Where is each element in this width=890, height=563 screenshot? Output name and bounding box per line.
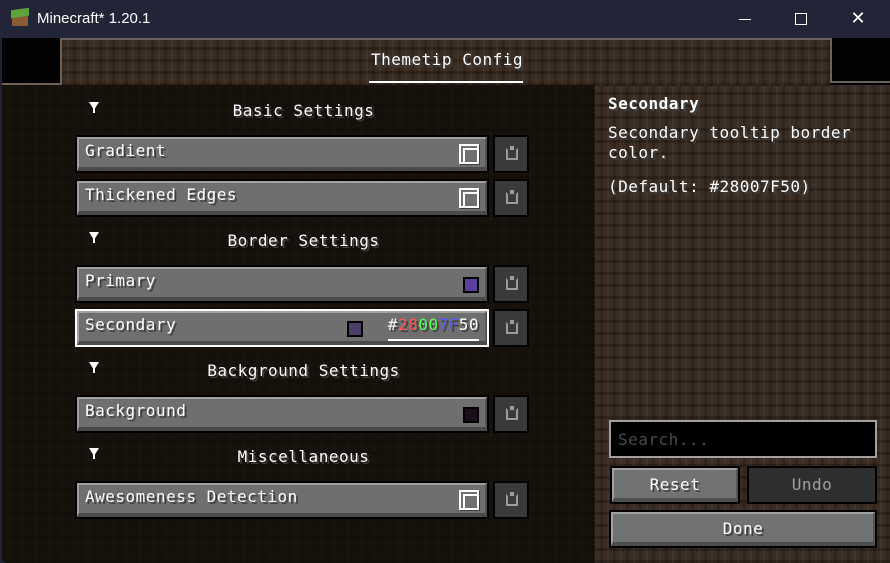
- done-button-label: Done: [722, 519, 764, 538]
- hex-alpha: 50: [458, 315, 479, 334]
- reset-background-button[interactable]: [493, 395, 529, 433]
- reset-button-label: Reset: [649, 475, 701, 494]
- grass-block-icon: [11, 7, 29, 27]
- close-icon: ✕: [850, 8, 866, 29]
- minimize-icon: [739, 18, 751, 20]
- reset-primary-button[interactable]: [493, 265, 529, 303]
- category-label: Basic Settings: [232, 101, 375, 120]
- entry-gradient[interactable]: Gradient: [75, 135, 489, 173]
- reset-icon: [506, 190, 518, 204]
- entry-awesomeness-detection[interactable]: Awesomeness Detection: [75, 481, 489, 519]
- entry-label: Background: [85, 401, 187, 420]
- window-title: Minecraft* 1.20.1: [37, 10, 151, 27]
- reset-icon: [506, 276, 518, 290]
- awesomeness-detection-checkbox[interactable]: [459, 490, 479, 510]
- category-miscellaneous: Miscellaneous: [2, 447, 595, 469]
- game-viewport: Themetip Config Basic Settings Gradient …: [2, 38, 890, 563]
- entry-label: Gradient: [85, 141, 167, 160]
- reset-button[interactable]: Reset: [610, 466, 740, 504]
- entry-primary[interactable]: Primary: [75, 265, 489, 303]
- background-color-swatch: [463, 407, 479, 423]
- category-background-settings: Background Settings: [2, 361, 595, 383]
- category-label: Miscellaneous: [237, 447, 370, 466]
- close-button[interactable]: ✕: [835, 0, 881, 38]
- window-titlebar: Minecraft* 1.20.1 ✕: [0, 0, 890, 38]
- primary-color-swatch: [463, 277, 479, 293]
- header-corner-left: [2, 38, 62, 85]
- hex-prefix: #: [387, 315, 398, 334]
- header-corner-right: [830, 38, 890, 83]
- hex-red: 28: [397, 315, 419, 334]
- gradient-checkbox[interactable]: [459, 144, 479, 164]
- thickened-edges-checkbox[interactable]: [459, 188, 479, 208]
- secondary-color-swatch: [347, 321, 363, 337]
- maximize-icon: [795, 13, 807, 25]
- hex-green: 00: [418, 315, 439, 334]
- screen-title-tab[interactable]: Themetip Config: [368, 50, 526, 69]
- reset-awesomeness-detection-button[interactable]: [493, 481, 529, 519]
- maximize-button[interactable]: [778, 0, 824, 38]
- search-input[interactable]: [609, 420, 877, 458]
- secondary-hex-input[interactable]: #28007F50: [387, 315, 479, 341]
- entry-thickened-edges[interactable]: Thickened Edges: [75, 179, 489, 217]
- category-label: Background Settings: [207, 361, 400, 380]
- info-default-value: (Default: #28007F50): [608, 177, 811, 196]
- entry-label: Thickened Edges: [85, 185, 237, 204]
- reset-secondary-button[interactable]: [493, 309, 529, 347]
- undo-button-label: Undo: [791, 475, 833, 494]
- hex-blue: 7F: [438, 315, 459, 334]
- reset-gradient-button[interactable]: [493, 135, 529, 173]
- entry-label: Awesomeness Detection: [85, 487, 298, 506]
- reset-icon: [506, 320, 518, 334]
- reset-icon: [506, 406, 518, 420]
- tab-underline: [369, 81, 523, 83]
- minimize-button[interactable]: [722, 0, 768, 38]
- category-border-settings: Border Settings: [2, 231, 595, 253]
- entry-background[interactable]: Background: [75, 395, 489, 433]
- done-button[interactable]: Done: [609, 510, 877, 548]
- category-basic-settings: Basic Settings: [2, 101, 595, 123]
- category-label: Border Settings: [227, 231, 380, 250]
- entry-secondary[interactable]: Secondary #28007F50: [75, 309, 489, 347]
- info-description: Secondary tooltip border color.: [608, 123, 852, 162]
- info-title: Secondary: [608, 94, 700, 113]
- entry-label: Primary: [85, 271, 156, 290]
- reset-icon: [506, 492, 518, 506]
- reset-thickened-edges-button[interactable]: [493, 179, 529, 217]
- undo-button[interactable]: Undo: [747, 466, 877, 504]
- reset-icon: [506, 146, 518, 160]
- entry-label: Secondary: [85, 315, 177, 334]
